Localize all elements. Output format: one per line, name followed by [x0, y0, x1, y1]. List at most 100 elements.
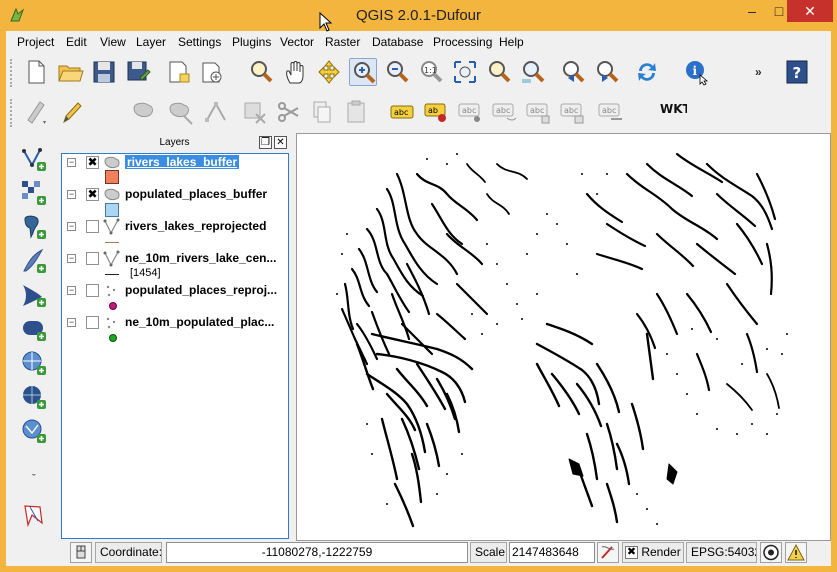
add-postgis-layer-button[interactable]: [20, 213, 48, 241]
minimize-button[interactable]: ‒: [737, 0, 767, 22]
layer-visibility-checkbox[interactable]: [86, 316, 99, 329]
menu-plugins[interactable]: Plugins: [232, 35, 271, 49]
toolbar-grip[interactable]: [10, 99, 14, 127]
delete-selected-button[interactable]: [240, 98, 268, 126]
zoom-to-layer-button[interactable]: [519, 58, 547, 86]
label-tool-button[interactable]: abc: [388, 98, 416, 126]
copy-features-button[interactable]: [308, 98, 336, 126]
pan-map-to-selection-button[interactable]: [247, 58, 275, 86]
menu-edit[interactable]: Edit: [66, 35, 87, 49]
collapse-toggle[interactable]: −: [67, 318, 76, 327]
side-toolbar-overflow-button[interactable]: ˇ: [32, 473, 36, 485]
toggle-extents-button[interactable]: [70, 542, 92, 563]
collapse-toggle[interactable]: −: [67, 254, 76, 263]
zoom-full-button[interactable]: [451, 58, 479, 86]
collapse-toggle[interactable]: −: [67, 190, 76, 199]
refresh-button[interactable]: [633, 58, 661, 86]
rotate-label-button[interactable]: abc: [524, 98, 552, 126]
digitize-button[interactable]: [22, 98, 50, 126]
menu-settings[interactable]: Settings: [178, 35, 221, 49]
gps-tool-button[interactable]: [20, 501, 48, 529]
layer-name[interactable]: populated_places_buffer: [125, 187, 267, 201]
collapse-toggle[interactable]: −: [67, 286, 76, 295]
add-mssql-layer-button[interactable]: [20, 281, 48, 309]
crs-button[interactable]: EPSG:54032: [686, 542, 757, 563]
menu-help[interactable]: Help: [499, 35, 524, 49]
save-project-button[interactable]: [90, 58, 118, 86]
open-project-button[interactable]: [56, 58, 84, 86]
layer-name[interactable]: rivers_lakes_buffer: [125, 155, 240, 169]
layer-name[interactable]: rivers_lakes_reprojected: [125, 219, 266, 233]
close-button[interactable]: ✕: [787, 0, 833, 22]
move-feature-button[interactable]: [166, 98, 194, 126]
collapse-toggle[interactable]: −: [67, 158, 76, 167]
layers-tree[interactable]: − ✖ rivers_lakes_buffer − ✖ populated_pl…: [61, 153, 289, 539]
layer-item[interactable]: − ✖ rivers_lakes_buffer: [62, 154, 288, 172]
add-wfs-layer-button[interactable]: [20, 417, 48, 445]
layer-visibility-checkbox[interactable]: [86, 252, 99, 265]
layer-visibility-checkbox[interactable]: [86, 220, 99, 233]
add-feature-button[interactable]: [130, 98, 158, 126]
menu-view[interactable]: View: [100, 35, 126, 49]
close-panel-button[interactable]: ✕: [274, 136, 287, 149]
menu-vector[interactable]: Vector: [280, 35, 314, 49]
help-button[interactable]: ?: [783, 58, 811, 86]
layer-visibility-checkbox[interactable]: [86, 284, 99, 297]
add-wms-layer-button[interactable]: [20, 349, 48, 377]
layer-item[interactable]: − ne_10m_populated_plac...: [62, 314, 288, 332]
collapse-toggle[interactable]: −: [67, 222, 76, 231]
layer-item[interactable]: − populated_places_reproj...: [62, 282, 288, 300]
layer-item[interactable]: − ne_10m_rivers_lake_cen...: [62, 250, 288, 268]
layer-visibility-checkbox[interactable]: ✖: [86, 156, 99, 169]
zoom-last-button[interactable]: [559, 58, 587, 86]
new-print-composer-button[interactable]: [164, 58, 192, 86]
wkt-plugin-button[interactable]: WKT: [659, 98, 692, 126]
layer-item[interactable]: − rivers_lakes_reprojected: [62, 218, 288, 236]
pin-labels-button[interactable]: ab: [422, 98, 450, 126]
add-wcs-layer-button[interactable]: [20, 383, 48, 411]
menu-layer[interactable]: Layer: [136, 35, 166, 49]
save-as-button[interactable]: [124, 58, 152, 86]
toggle-editing-button[interactable]: [58, 98, 86, 126]
zoom-actual-size-button[interactable]: 1:1: [417, 58, 445, 86]
messages-button[interactable]: [785, 542, 807, 563]
show-hide-labels-button[interactable]: abc: [456, 98, 484, 126]
add-vector-layer-button[interactable]: [20, 145, 48, 173]
change-label-properties-button[interactable]: abc: [596, 98, 624, 126]
add-spatialite-layer-button[interactable]: [20, 247, 48, 275]
toolbar-overflow-button[interactable]: »: [755, 65, 762, 79]
scale-field[interactable]: 2147483648: [509, 542, 595, 563]
composer-manager-button[interactable]: [198, 58, 226, 86]
add-oracle-layer-button[interactable]: [20, 315, 48, 343]
projection-button[interactable]: [760, 542, 782, 563]
menu-database[interactable]: Database: [372, 35, 423, 49]
layer-name[interactable]: ne_10m_populated_plac...: [125, 315, 274, 329]
paste-features-button[interactable]: [342, 98, 370, 126]
menu-processing[interactable]: Processing: [433, 35, 492, 49]
cut-features-button[interactable]: [274, 98, 302, 126]
identify-button[interactable]: i: [683, 58, 711, 86]
render-checkbox[interactable]: ✖: [625, 546, 638, 560]
render-toggle[interactable]: ✖ Render: [622, 542, 684, 563]
move-label-button[interactable]: abc: [490, 98, 518, 126]
layer-name[interactable]: populated_places_reproj...: [125, 283, 277, 297]
node-tool-button[interactable]: [202, 98, 230, 126]
float-panel-button[interactable]: ❐: [259, 136, 272, 149]
layer-name[interactable]: ne_10m_rivers_lake_cen...: [125, 251, 276, 265]
zoom-to-selection-button[interactable]: [485, 58, 513, 86]
map-canvas[interactable]: [296, 133, 831, 541]
menu-raster[interactable]: Raster: [325, 35, 360, 49]
add-raster-layer-button[interactable]: [20, 179, 48, 207]
layer-item[interactable]: − ✖ populated_places_buffer: [62, 186, 288, 204]
layer-visibility-checkbox[interactable]: ✖: [86, 188, 99, 201]
coordinate-field[interactable]: -11080278,-1222759: [166, 542, 468, 563]
zoom-out-button[interactable]: [383, 58, 411, 86]
change-label-button[interactable]: abc: [558, 98, 586, 126]
menu-project[interactable]: Project: [17, 35, 54, 49]
toolbar-grip[interactable]: [10, 59, 14, 87]
stop-render-button[interactable]: [597, 542, 619, 563]
pan-hand-button[interactable]: [281, 58, 309, 86]
pan-to-selection-button[interactable]: [315, 58, 343, 86]
zoom-in-button[interactable]: [349, 58, 377, 86]
new-project-button[interactable]: [22, 58, 50, 86]
